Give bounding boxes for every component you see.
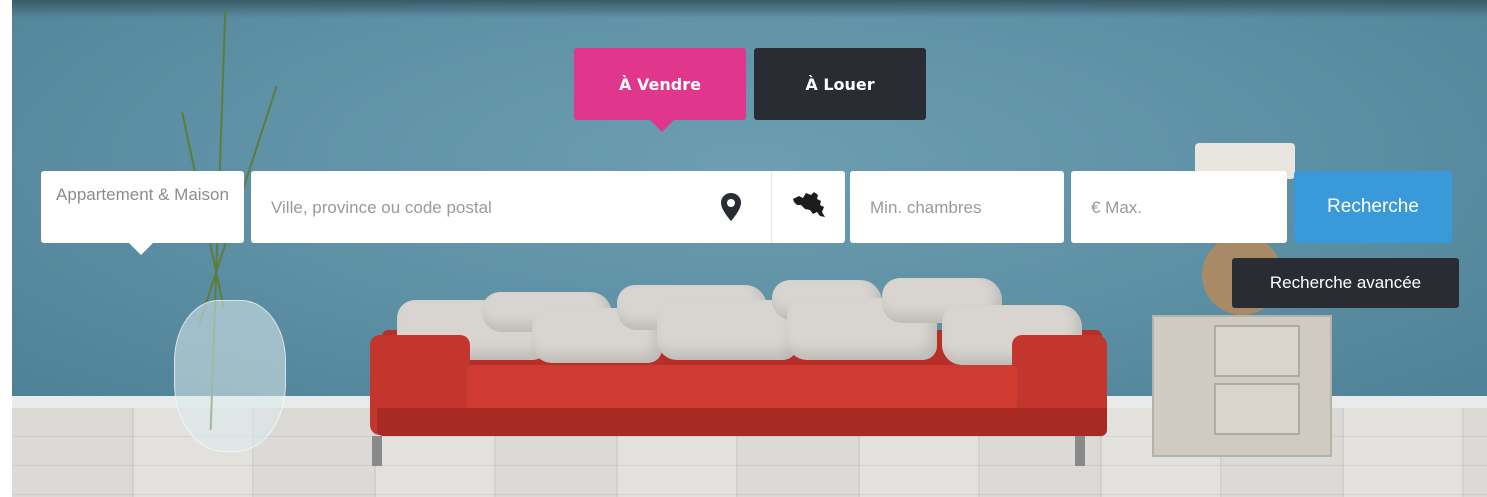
tab-for-rent[interactable]: À Louer	[754, 48, 926, 120]
sofa-leg	[372, 436, 382, 466]
sofa-base	[377, 408, 1107, 436]
advanced-search-button[interactable]: Recherche avancée	[1232, 258, 1459, 308]
sofa-seat	[467, 365, 1017, 410]
table-drawer	[1214, 325, 1300, 377]
belgium-map-icon	[791, 190, 827, 225]
tab-for-sale-label: À Vendre	[619, 75, 701, 94]
max-price-input[interactable]	[1089, 171, 1273, 245]
select-pointer	[129, 243, 153, 255]
sofa-leg	[1075, 436, 1085, 466]
map-pin-icon[interactable]	[721, 193, 741, 226]
location-field	[251, 171, 845, 245]
location-input[interactable]	[269, 171, 703, 245]
side-table	[1152, 315, 1332, 457]
property-type-value: Appartement & Maison	[56, 185, 229, 204]
hero-background	[12, 0, 1487, 497]
max-price-field	[1071, 171, 1287, 245]
search-button[interactable]: Recherche	[1294, 171, 1452, 243]
active-tab-pointer	[650, 120, 674, 132]
min-bedrooms-input[interactable]	[868, 171, 1052, 245]
property-type-select[interactable]: Appartement & Maison	[41, 171, 244, 255]
glass-vase	[174, 300, 286, 452]
min-bedrooms-field	[850, 171, 1064, 245]
tab-for-sale[interactable]: À Vendre	[574, 48, 746, 132]
tab-for-rent-label: À Louer	[805, 75, 875, 94]
table-drawer	[1214, 383, 1300, 435]
map-search-button[interactable]	[772, 171, 845, 243]
